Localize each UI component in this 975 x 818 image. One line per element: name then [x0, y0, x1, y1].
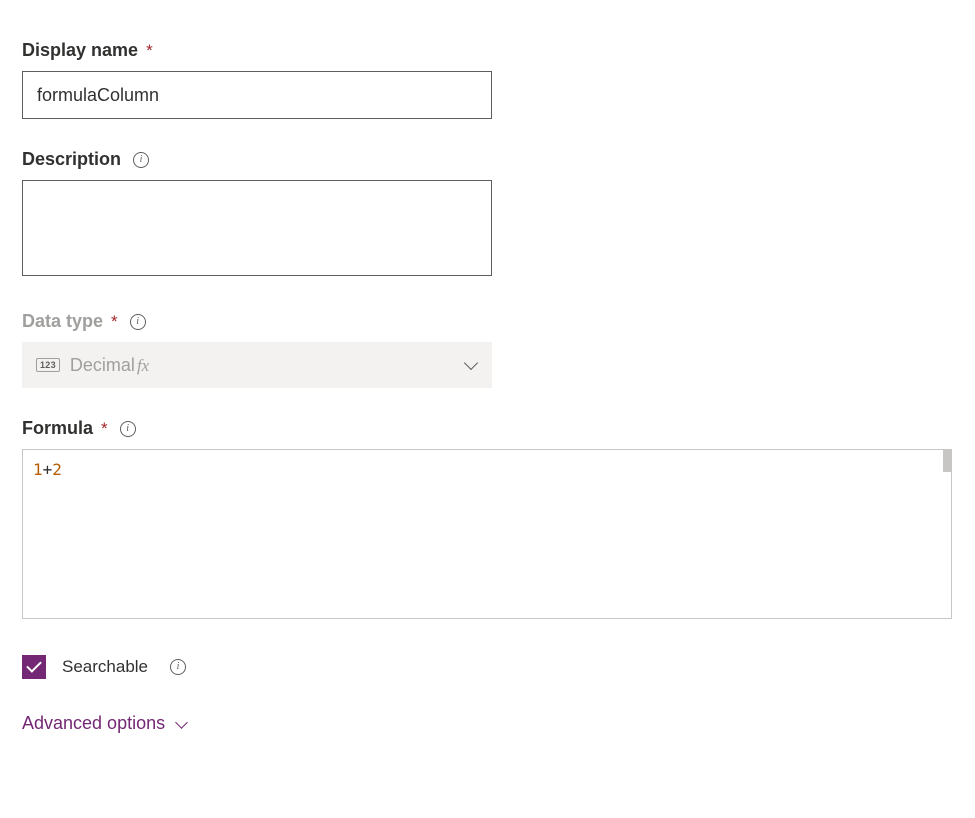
- display-name-field: Display name *: [22, 40, 953, 119]
- required-mark: *: [101, 419, 108, 439]
- description-label: Description: [22, 149, 121, 170]
- description-input[interactable]: [22, 180, 492, 276]
- info-icon[interactable]: i: [130, 314, 146, 330]
- searchable-checkbox[interactable]: [22, 655, 46, 679]
- display-name-label: Display name: [22, 40, 138, 61]
- advanced-options-toggle[interactable]: Advanced options: [22, 713, 953, 734]
- searchable-row: Searchable i: [22, 655, 953, 679]
- chevron-down-icon: [464, 358, 478, 372]
- checkmark-icon: [26, 657, 42, 673]
- searchable-label: Searchable: [62, 657, 148, 677]
- description-label-row: Description i: [22, 149, 953, 170]
- display-name-input[interactable]: [22, 71, 492, 119]
- required-mark: *: [146, 41, 153, 61]
- required-mark: *: [111, 312, 118, 332]
- formula-editor[interactable]: 1+2: [22, 449, 952, 619]
- info-icon[interactable]: i: [120, 421, 136, 437]
- formula-content: 1+2: [33, 460, 941, 479]
- description-field: Description i: [22, 149, 953, 281]
- formula-label-row: Formula * i: [22, 418, 953, 439]
- advanced-options-label: Advanced options: [22, 713, 165, 734]
- data-type-label: Data type: [22, 311, 103, 332]
- fx-icon: fx: [137, 356, 149, 375]
- info-icon[interactable]: i: [170, 659, 186, 675]
- number-type-icon: 123: [36, 358, 60, 372]
- data-type-value: Decimalfx: [70, 355, 454, 376]
- display-name-label-row: Display name *: [22, 40, 953, 61]
- data-type-field: Data type * i 123 Decimalfx: [22, 311, 953, 388]
- formula-label: Formula: [22, 418, 93, 439]
- scrollbar-thumb[interactable]: [943, 450, 951, 472]
- data-type-label-row: Data type * i: [22, 311, 953, 332]
- data-type-dropdown[interactable]: 123 Decimalfx: [22, 342, 492, 388]
- chevron-down-icon: [175, 718, 187, 730]
- info-icon[interactable]: i: [133, 152, 149, 168]
- formula-field: Formula * i 1+2: [22, 418, 953, 619]
